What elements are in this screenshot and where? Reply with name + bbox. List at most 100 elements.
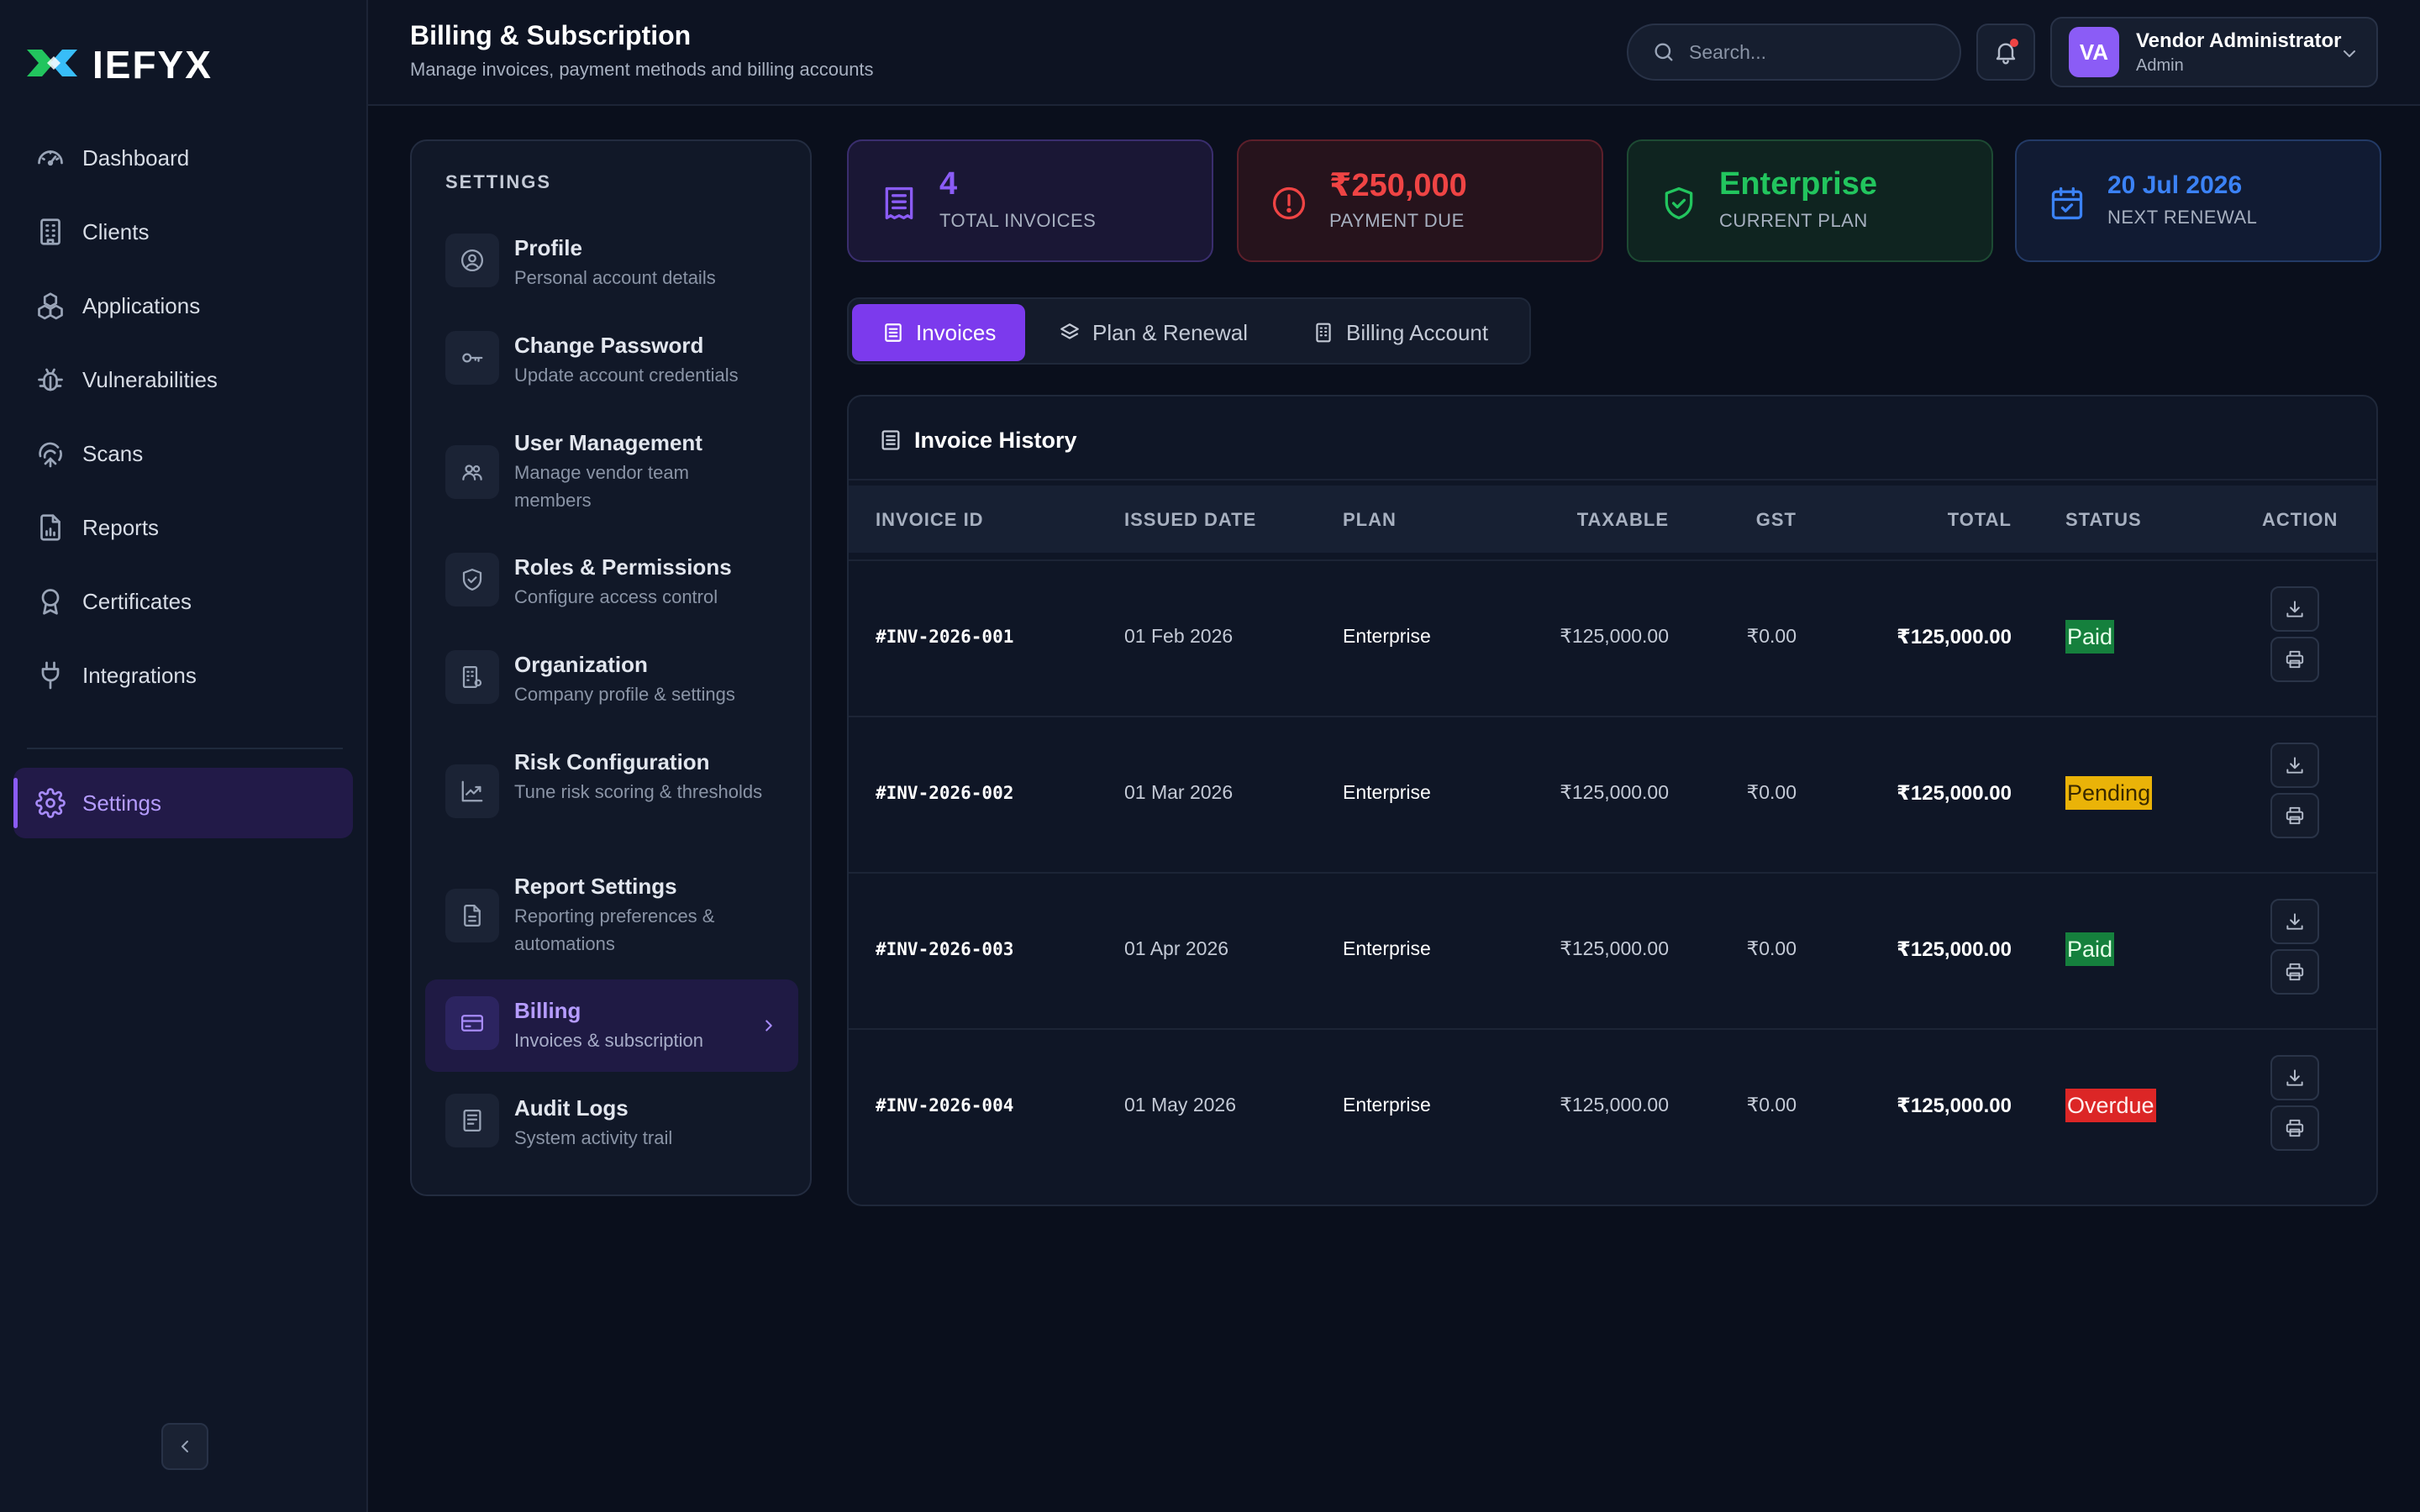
tab-label: Plan & Renewal [1092, 319, 1248, 345]
sidebar-nav: Dashboard Clients Applications Vulnerabi… [0, 123, 366, 838]
user-name: Vendor Administrator [2136, 29, 2342, 52]
shield-check-icon [1665, 186, 1693, 220]
settings-item-title: Audit Logs [514, 1095, 629, 1121]
print-invoice-button[interactable] [2270, 1105, 2319, 1151]
shield-icon [462, 569, 482, 591]
stat-value: 20 Jul 2026 [2107, 171, 2243, 199]
bug-icon [38, 368, 63, 391]
download-icon [2286, 757, 2303, 774]
download-icon [2286, 601, 2303, 617]
stat-label: TOTAL INVOICES [939, 210, 1097, 231]
billing-tabs: Invoices Plan & Renewal Billing Account [847, 297, 1531, 365]
sidebar-item-applications[interactable]: Applications [13, 270, 353, 341]
stat-value: Enterprise [1719, 166, 1877, 202]
download-icon [2286, 1069, 2303, 1086]
sidebar-item-clients[interactable]: Clients [13, 197, 353, 267]
plan: Enterprise [1343, 937, 1431, 959]
sidebar-item-vulnerabilities[interactable]: Vulnerabilities [13, 344, 353, 415]
settings-item-report-settings[interactable]: Report Settings Reporting preferences & … [425, 855, 798, 974]
tab-billing-account[interactable]: Billing Account [1282, 304, 1529, 361]
stat-value: ₹250,000 [1329, 168, 1467, 203]
settings-item-risk-configuration[interactable]: Risk Configuration Tune risk scoring & t… [425, 731, 798, 850]
settings-item-billing[interactable]: Billing Invoices & subscription [425, 979, 798, 1072]
sidebar-item-label: Clients [82, 218, 150, 244]
table-header: INVOICE ID ISSUED DATE PLAN TAXABLE GST … [849, 486, 2376, 553]
status-badge: Paid [2065, 932, 2115, 966]
table-row: #INV-2026-003 01 Apr 2026 Enterprise ₹12… [849, 872, 2376, 1028]
printer-icon [2286, 650, 2304, 669]
column-header-taxable: TAXABLE [1576, 509, 1669, 530]
chevron-down-icon [2344, 50, 2355, 57]
sidebar-item-label: Dashboard [82, 144, 190, 171]
print-invoice-button[interactable] [2270, 949, 2319, 995]
invoice-id: #INV-2026-001 [876, 627, 1014, 647]
sidebar-item-label: Scans [82, 440, 144, 466]
log-icon [463, 1110, 481, 1131]
status-badge: Pending [2065, 776, 2153, 810]
sidebar-item-label: Integrations [82, 662, 197, 688]
invoice-history-card: Invoice History INVOICE ID ISSUED DATE P… [847, 395, 2378, 1206]
sidebar-item-reports[interactable]: Reports [13, 492, 353, 563]
sidebar-item-certificates[interactable]: Certificates [13, 566, 353, 637]
tab-plan-renewal[interactable]: Plan & Renewal [1028, 304, 1281, 361]
gst: ₹0.00 [1746, 1094, 1797, 1116]
building-icon [1316, 323, 1331, 343]
settings-item-roles-permissions[interactable]: Roles & Permissions Configure access con… [425, 536, 798, 628]
search-input[interactable] [1689, 40, 1941, 64]
settings-item-profile[interactable]: Profile Personal account details [425, 217, 798, 309]
settings-item-change-password[interactable]: Change Password Update account credentia… [425, 314, 798, 407]
trend-icon [461, 780, 483, 802]
print-invoice-button[interactable] [2270, 637, 2319, 682]
settings-item-desc: Tune risk scoring & thresholds [514, 781, 763, 802]
taxable: ₹125,000.00 [1560, 1094, 1669, 1116]
settings-item-organization[interactable]: Organization Company profile & settings [425, 633, 798, 726]
download-invoice-button[interactable] [2270, 1055, 2319, 1100]
taxable: ₹125,000.00 [1560, 937, 1669, 959]
settings-item-desc: Invoices & subscription [514, 1030, 703, 1051]
sidebar-item-scans[interactable]: Scans [13, 418, 353, 489]
sidebar-item-dashboard[interactable]: Dashboard [13, 123, 353, 193]
gst: ₹0.00 [1746, 937, 1797, 959]
radar-icon [39, 442, 62, 468]
search-box[interactable] [1627, 24, 1961, 81]
settings-item-icon-box [445, 234, 499, 287]
plug-icon [41, 661, 60, 690]
table-row: #INV-2026-001 01 Feb 2026 Enterprise ₹12… [849, 559, 2376, 716]
stat-label: PAYMENT DUE [1329, 210, 1465, 231]
download-invoice-button[interactable] [2270, 899, 2319, 944]
print-invoice-button[interactable] [2270, 793, 2319, 838]
stat-card-next-renewal: 20 Jul 2026 NEXT RENEWAL [2015, 139, 2381, 262]
user-menu[interactable]: VA Vendor Administrator Admin [2050, 17, 2378, 87]
issued-date: 01 Mar 2026 [1124, 781, 1234, 803]
settings-item-icon-box [445, 553, 499, 606]
tab-invoices[interactable]: Invoices [852, 304, 1025, 361]
divider [849, 479, 2376, 480]
notifications-button[interactable] [1976, 24, 2035, 81]
settings-item-desc: Personal account details [514, 267, 716, 288]
settings-item-user-management[interactable]: User Management Manage vendor team membe… [425, 412, 798, 531]
key-icon [462, 353, 483, 363]
gear-icon [35, 788, 66, 818]
report-icon [40, 514, 60, 541]
download-invoice-button[interactable] [2270, 743, 2319, 788]
settings-panel: SETTINGS Profile Personal account detail… [410, 139, 812, 1196]
settings-item-desc: Reporting preferences & automations [514, 906, 715, 954]
stat-card-total-invoices: 4 TOTAL INVOICES [847, 139, 1213, 262]
invoice-id: #INV-2026-003 [876, 939, 1014, 959]
sidebar-collapse-button[interactable] [161, 1423, 208, 1470]
printer-icon [2286, 963, 2304, 981]
plan: Enterprise [1343, 625, 1431, 647]
sidebar-divider [27, 748, 343, 749]
settings-item-audit-logs[interactable]: Audit Logs System activity trail [425, 1077, 798, 1169]
column-header-plan: PLAN [1343, 509, 1397, 530]
sidebar-item-settings[interactable]: Settings [13, 768, 353, 838]
total: ₹125,000.00 [1897, 938, 2012, 961]
plan: Enterprise [1343, 1094, 1431, 1116]
users-icon [462, 465, 482, 480]
sidebar-item-integrations[interactable]: Integrations [13, 640, 353, 711]
brand-logo[interactable]: IEFYX [0, 34, 366, 96]
stat-card-current-plan: Enterprise CURRENT PLAN [1627, 139, 1993, 262]
logo-mark-icon [27, 50, 77, 76]
download-invoice-button[interactable] [2270, 586, 2319, 632]
award-icon [41, 589, 60, 615]
